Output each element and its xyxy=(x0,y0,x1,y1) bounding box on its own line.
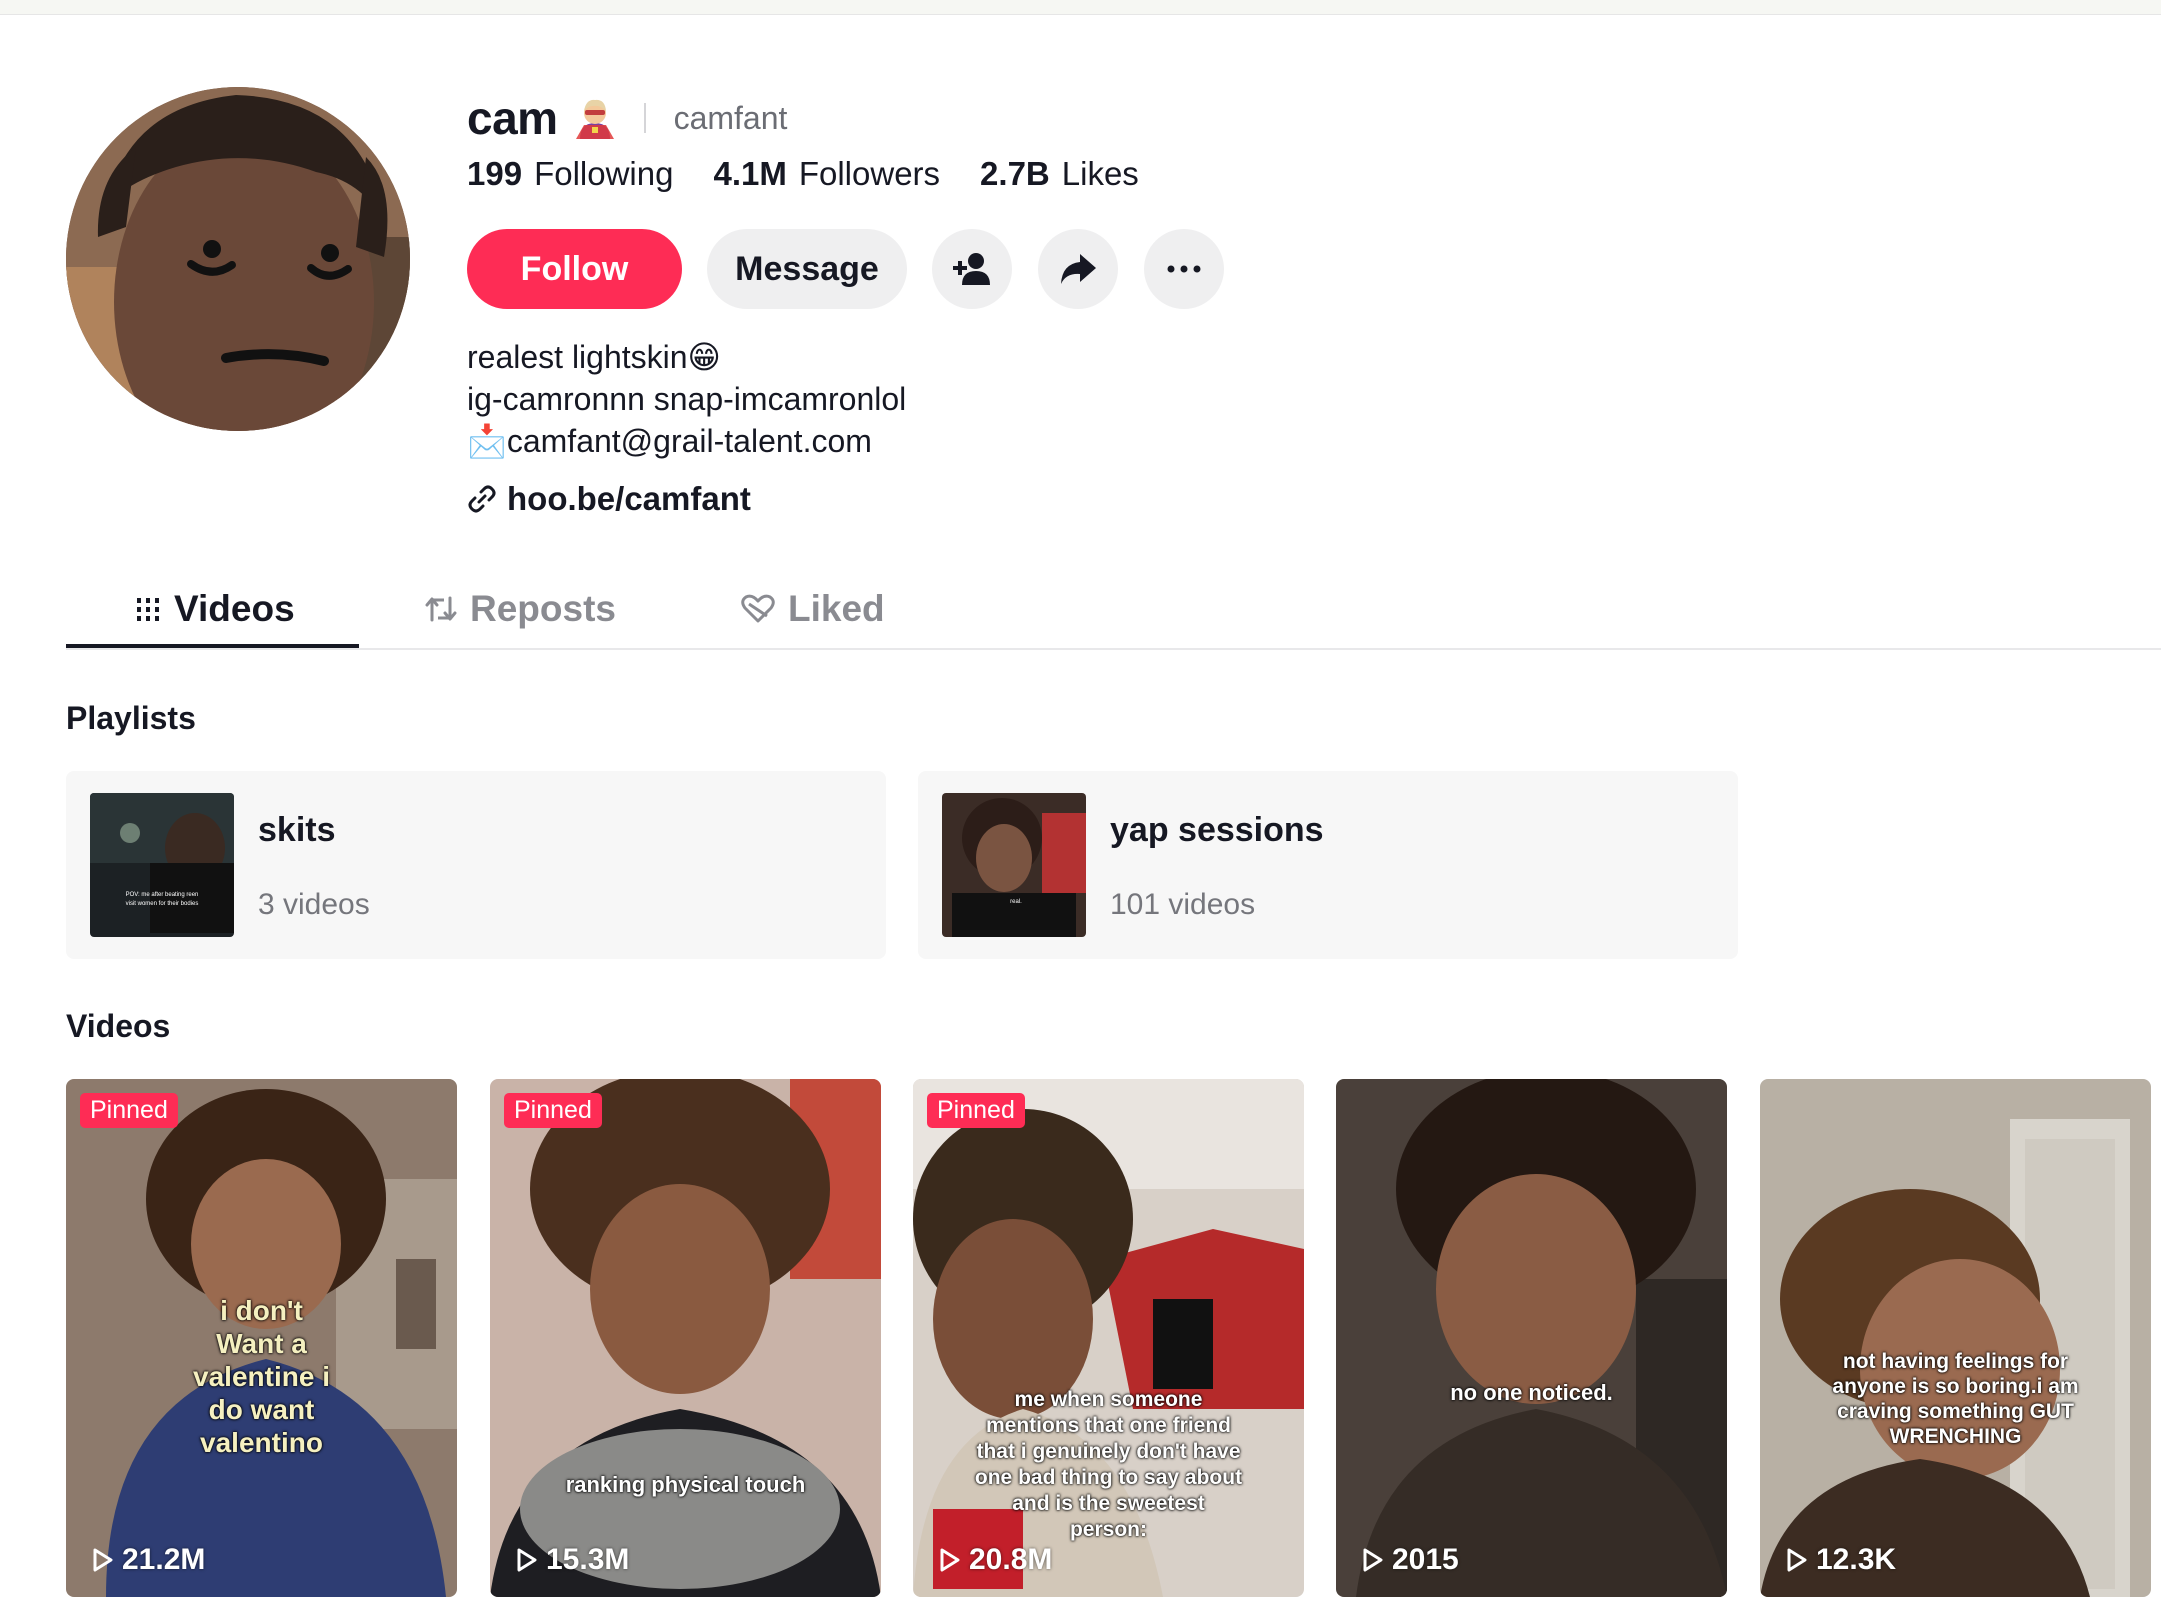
username: camfant xyxy=(673,99,788,136)
view-count: 15.3M xyxy=(516,1543,629,1577)
profile-link-text: hoo.be/camfant xyxy=(507,480,751,517)
share-icon xyxy=(1061,254,1096,284)
video-caption: me when someone mentions that one friend… xyxy=(974,1388,1243,1541)
video-card[interactable]: Pinned ranking physical touch 15.3M xyxy=(490,1079,881,1597)
bio-line[interactable]: 📩camfant@grail-talent.com xyxy=(467,420,906,462)
message-button[interactable]: Message xyxy=(707,229,907,309)
video-caption: no one noticed. xyxy=(1450,1380,1613,1405)
playlists-heading: Playlists xyxy=(66,700,196,736)
view-count: 20.8M xyxy=(939,1543,1052,1577)
add-friend-button[interactable] xyxy=(932,229,1012,309)
tab-liked[interactable]: Liked xyxy=(740,570,885,648)
video-thumbnail xyxy=(1336,1079,1727,1597)
tab-label: Liked xyxy=(788,588,885,629)
share-button[interactable] xyxy=(1038,229,1118,309)
grid-icon xyxy=(137,598,159,621)
stat-number: 4.1M xyxy=(713,155,787,192)
svg-text:real.: real. xyxy=(1010,899,1022,905)
video-card[interactable]: no one noticed. 2015 xyxy=(1336,1079,1727,1597)
tab-label: Videos xyxy=(174,588,295,629)
tab-videos[interactable]: Videos xyxy=(134,570,295,648)
tab-label: Reposts xyxy=(470,588,616,629)
heart-icon xyxy=(741,594,775,623)
playlist-count: 3 videos xyxy=(258,888,370,921)
play-icon xyxy=(93,1548,113,1572)
add-friend-icon xyxy=(953,253,990,285)
active-tab-indicator xyxy=(66,644,359,648)
stat-number: 2.7B xyxy=(980,155,1050,192)
stat-label: Likes xyxy=(1061,155,1139,192)
play-icon xyxy=(1787,1548,1807,1572)
tab-reposts[interactable]: Reposts xyxy=(424,570,616,648)
profile-link[interactable]: hoo.be/camfant xyxy=(467,480,751,518)
video-thumbnail xyxy=(1760,1079,2151,1597)
profile-tabs: Videos Reposts Liked xyxy=(66,570,2161,650)
view-count: 12.3K xyxy=(1786,1543,1896,1577)
profile-name-row: cam camfant xyxy=(467,88,787,148)
view-count-text: 20.8M xyxy=(969,1543,1053,1576)
follow-button[interactable]: Follow xyxy=(467,229,682,309)
video-card[interactable]: Pinned i don't Want a valentine i do wan… xyxy=(66,1079,457,1597)
video-thumbnail xyxy=(490,1079,881,1597)
video-caption: i don't Want a valentine i do want valen… xyxy=(193,1295,330,1458)
bio-line: ig-camronnn snap-imcamronlol xyxy=(467,381,907,417)
svg-text:POV: me after beating reen: POV: me after beating reen xyxy=(126,892,199,898)
stat-label: Followers xyxy=(798,155,941,192)
play-icon xyxy=(940,1548,960,1572)
view-count-text: 21.2M xyxy=(122,1543,206,1576)
playlist-count: 101 videos xyxy=(1110,888,1256,921)
profile-stats: 199 Following 4.1M Followers 2.7B Likes xyxy=(467,155,1179,193)
profile-actions: Follow Message xyxy=(467,229,1250,309)
view-count: 2015 xyxy=(1362,1543,1459,1577)
videos-heading: Videos xyxy=(66,1008,171,1044)
more-icon xyxy=(1167,265,1201,273)
pinned-badge: Pinned xyxy=(80,1093,178,1128)
playlist-thumbnail: POV: me after beating reen visit women f… xyxy=(90,793,234,937)
view-count: 21.2M xyxy=(92,1543,205,1577)
repost-icon xyxy=(425,596,457,622)
bio-line: realest lightskin😁 xyxy=(467,339,721,375)
more-options-button[interactable] xyxy=(1144,229,1224,309)
svg-text:visit women for their bodies: visit women for their bodies xyxy=(126,901,199,907)
stat-label: Following xyxy=(534,155,674,192)
stat-number: 199 xyxy=(467,155,523,192)
stat-following[interactable]: 199 Following xyxy=(467,155,673,193)
playlist-title: skits xyxy=(258,811,336,849)
playlist-thumbnail: real. xyxy=(942,793,1086,937)
link-icon xyxy=(468,485,496,513)
pinned-badge: Pinned xyxy=(504,1093,602,1128)
avatar[interactable] xyxy=(66,87,410,431)
display-name: cam xyxy=(467,92,558,144)
profile-bio: realest lightskin😁 ig-camronnn snap-imca… xyxy=(467,336,906,462)
view-count-text: 15.3M xyxy=(546,1543,630,1576)
playlist-card-skits[interactable]: POV: me after beating reen visit women f… xyxy=(66,771,886,959)
name-divider xyxy=(643,103,646,133)
view-count-text: 12.3K xyxy=(1816,1543,1897,1576)
video-caption: not having feelings for anyone is so bor… xyxy=(1832,1350,2079,1448)
video-caption: ranking physical touch xyxy=(565,1472,806,1497)
play-icon xyxy=(517,1548,537,1572)
video-card[interactable]: not having feelings for anyone is so bor… xyxy=(1760,1079,2151,1597)
play-icon xyxy=(1363,1548,1383,1572)
browser-top-edge xyxy=(0,0,2161,15)
pinned-badge: Pinned xyxy=(927,1093,1025,1128)
superhero-emoji-icon xyxy=(575,99,614,139)
stat-likes: 2.7B Likes xyxy=(980,155,1139,193)
playlist-title: yap sessions xyxy=(1110,811,1324,849)
video-card[interactable]: Pinned me when someone mentions that one… xyxy=(913,1079,1304,1597)
stat-followers[interactable]: 4.1M Followers xyxy=(713,155,940,193)
view-count-text: 2015 xyxy=(1392,1543,1459,1576)
playlist-card-yap-sessions[interactable]: real. yap sessions 101 videos xyxy=(918,771,1738,959)
